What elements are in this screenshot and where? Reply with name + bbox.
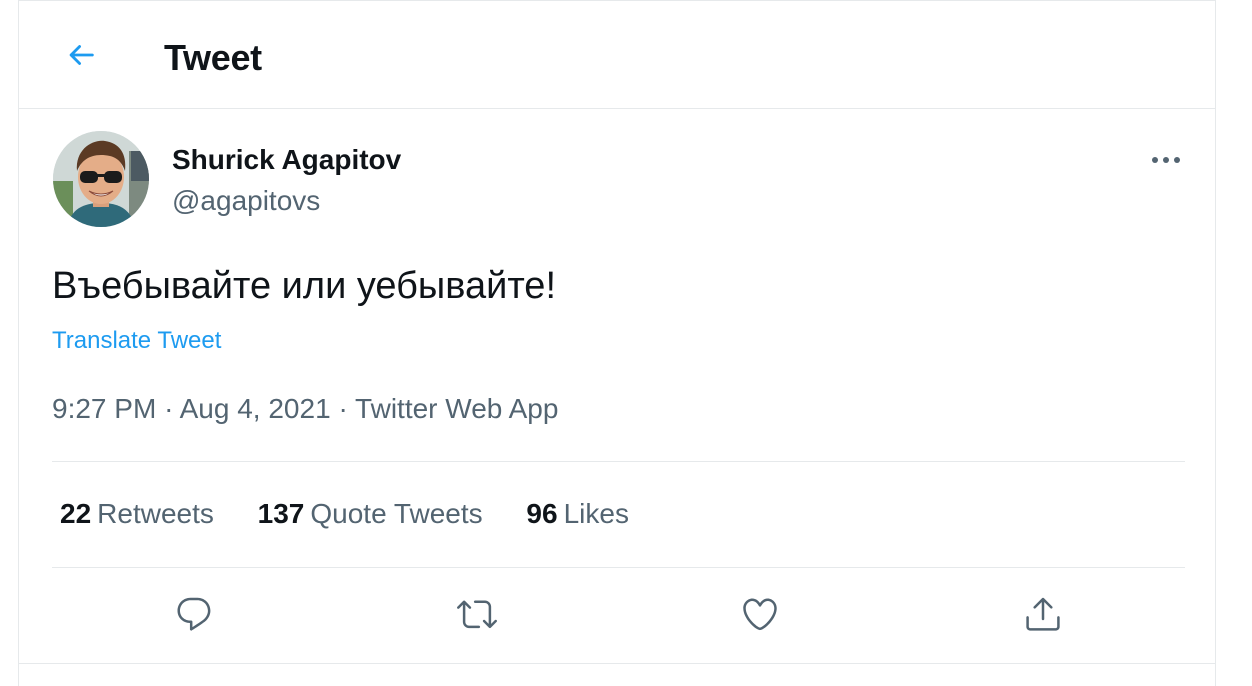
tweet-meta: 9:27 PM · Aug 4, 2021 · Twitter Web App — [52, 393, 558, 425]
back-button[interactable] — [59, 35, 103, 79]
tweet-actions — [19, 585, 1215, 647]
share-icon — [1023, 594, 1063, 639]
stat-label: Retweets — [97, 498, 214, 529]
stat-count: 96 — [526, 498, 558, 529]
tweet-date[interactable]: Aug 4, 2021 — [180, 393, 331, 424]
tweet-stats: 22 Retweets 137 Quote Tweets 96 Likes — [60, 498, 665, 530]
page: Tweet Shurick Agapitov @agapitovs Въебыв… — [0, 0, 1252, 686]
meta-separator: · — [338, 393, 348, 424]
more-dots-icon — [1151, 151, 1181, 169]
arrow-left-icon — [64, 38, 98, 77]
tweet-column: Tweet Shurick Agapitov @agapitovs Въебыв… — [18, 0, 1216, 686]
heart-icon — [740, 594, 780, 639]
stat-quote-tweets[interactable]: 137 Quote Tweets — [258, 498, 483, 530]
reply-icon — [174, 594, 214, 639]
retweet-button[interactable] — [451, 590, 503, 642]
author-handle[interactable]: @agapitovs — [172, 185, 320, 217]
avatar-photo — [53, 131, 149, 227]
tweet-source[interactable]: Twitter Web App — [355, 393, 558, 424]
stat-retweets[interactable]: 22 Retweets — [60, 498, 214, 530]
stat-count: 22 — [60, 498, 92, 529]
reply-button[interactable] — [168, 590, 220, 642]
divider — [52, 461, 1185, 462]
divider — [19, 663, 1215, 664]
page-title: Tweet — [164, 37, 262, 78]
stat-likes[interactable]: 96 Likes — [526, 498, 629, 530]
retweet-icon — [457, 594, 497, 639]
share-button[interactable] — [1017, 590, 1069, 642]
tweet-time[interactable]: 9:27 PM — [52, 393, 156, 424]
translate-tweet-link[interactable]: Translate Tweet — [52, 327, 221, 355]
divider — [52, 567, 1185, 568]
author-display-name[interactable]: Shurick Agapitov — [172, 144, 401, 176]
tweet-text: Въебывайте или уебывайте! — [52, 265, 557, 307]
avatar[interactable] — [53, 131, 149, 227]
stat-label: Quote Tweets — [310, 498, 483, 529]
meta-separator: · — [164, 393, 174, 424]
like-button[interactable] — [734, 590, 786, 642]
page-header: Tweet — [19, 1, 1215, 109]
stat-count: 137 — [257, 498, 305, 529]
more-options-button[interactable] — [1145, 139, 1187, 181]
stat-label: Likes — [563, 498, 629, 529]
